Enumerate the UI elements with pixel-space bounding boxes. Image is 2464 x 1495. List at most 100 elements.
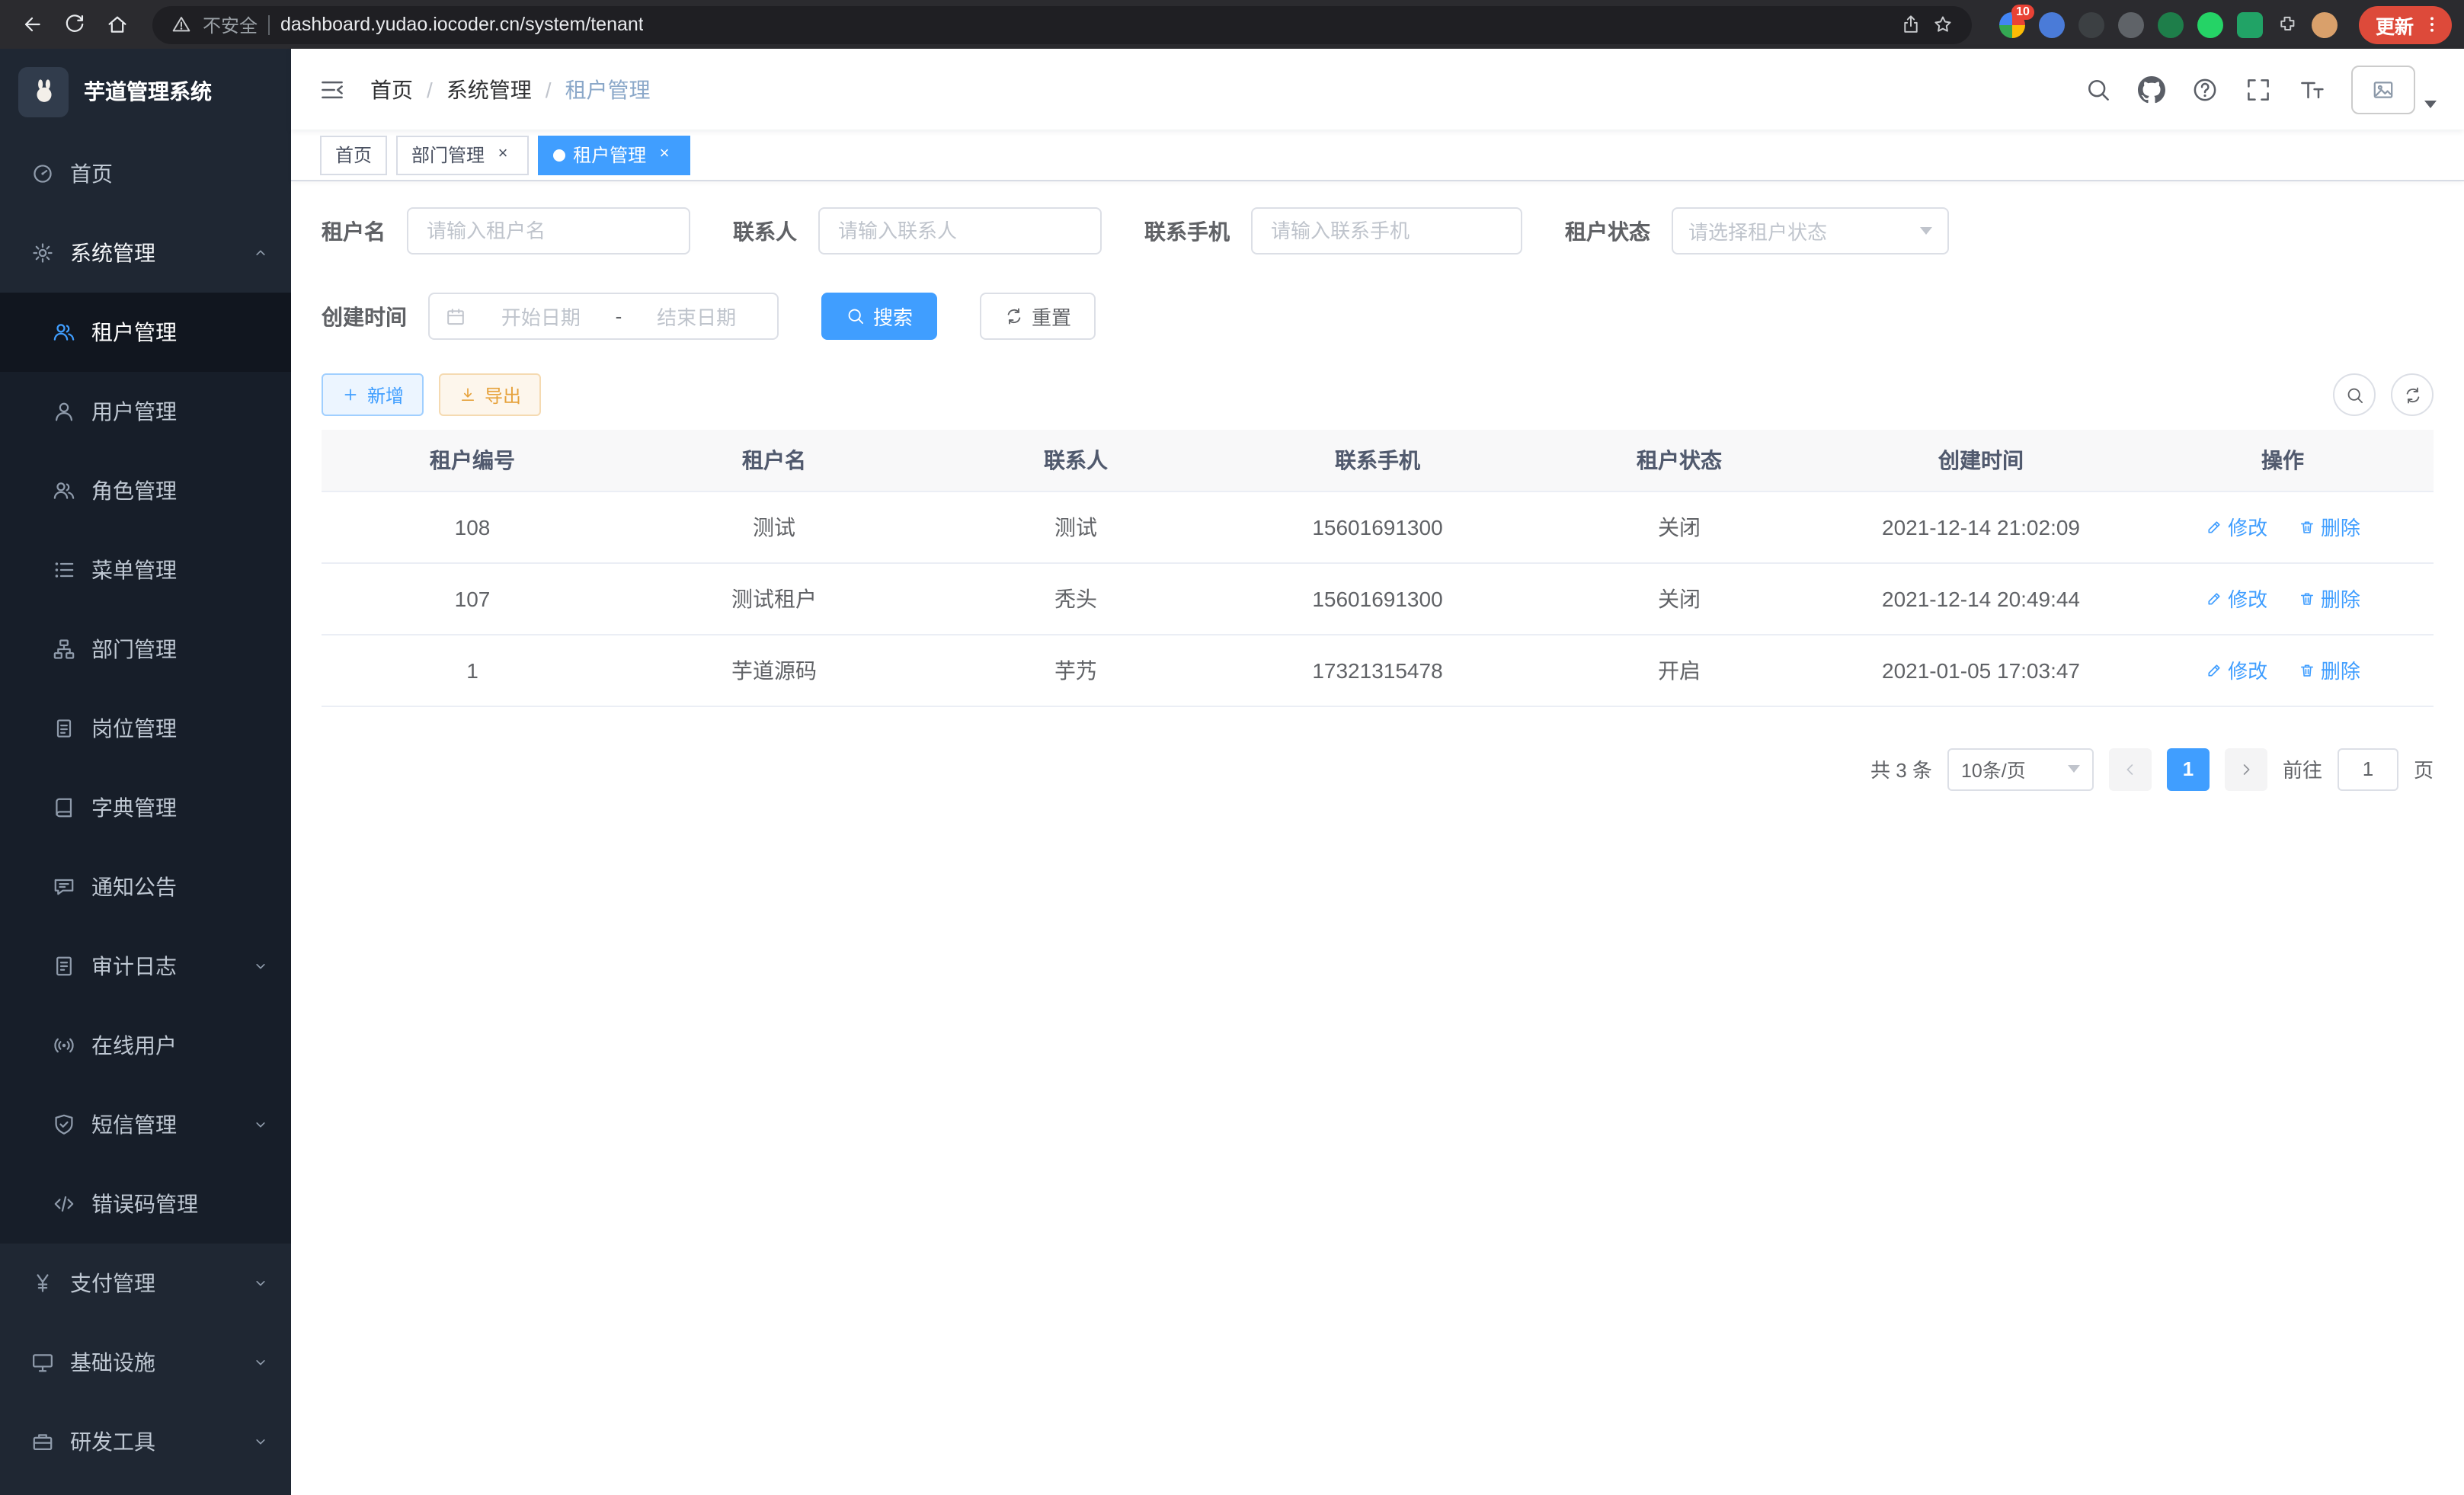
github-icon[interactable]	[2138, 75, 2165, 103]
sidebar-item-notice[interactable]: 通知公告	[0, 847, 291, 927]
goto-page-input[interactable]	[2338, 748, 2398, 790]
extension-badge: 10	[2011, 4, 2034, 19]
browser-menu-icon[interactable]	[2421, 14, 2443, 35]
chevron-down-icon	[2424, 100, 2437, 107]
browser-update-button[interactable]: 更新	[2359, 5, 2452, 43]
reset-button[interactable]: 重置	[980, 293, 1096, 340]
address-bar[interactable]: 不安全 dashboard.yudao.iocoder.cn/system/te…	[152, 5, 1972, 43]
sidebar-item-role[interactable]: 角色管理	[0, 451, 291, 530]
edit-link[interactable]: 修改	[2205, 512, 2267, 541]
delete-link[interactable]: 删除	[2298, 655, 2360, 684]
extension-icon[interactable]	[2237, 11, 2263, 37]
current-page[interactable]: 1	[2167, 748, 2210, 790]
bookmark-star-icon[interactable]	[1932, 14, 1954, 35]
sidebar-item-user[interactable]: 用户管理	[0, 372, 291, 451]
breadcrumb-separator: /	[427, 77, 433, 101]
delete-link[interactable]: 删除	[2298, 512, 2360, 541]
top-navbar: 首页 / 系统管理 / 租户管理	[291, 49, 2464, 130]
date-range-picker[interactable]: 开始日期 - 结束日期	[428, 293, 779, 340]
extension-icon[interactable]	[2197, 11, 2223, 37]
page-content: 租户名 联系人 联系手机 租户状态 请选择租户状态	[291, 181, 2464, 1495]
sidebar-item-tenant[interactable]: 租户管理	[0, 293, 291, 372]
sidebar-item-error-code[interactable]: 错误码管理	[0, 1164, 291, 1244]
cell-tenant-id: 107	[322, 562, 623, 634]
sidebar-toggle-icon[interactable]	[318, 75, 346, 103]
cell-phone: 17321315478	[1227, 634, 1528, 706]
phone-input[interactable]	[1251, 207, 1522, 255]
avatar[interactable]	[2351, 65, 2415, 114]
status-select[interactable]: 请选择租户状态	[1672, 207, 1949, 255]
sidebar-item-infra[interactable]: 基础设施	[0, 1323, 291, 1402]
sidebar-item-dept[interactable]: 部门管理	[0, 610, 291, 689]
sidebar-item-home[interactable]: 首页	[0, 134, 291, 213]
extension-icon[interactable]	[2158, 11, 2184, 37]
search-button[interactable]: 搜索	[821, 293, 937, 340]
filter-contact: 联系人	[733, 207, 1102, 255]
date-start[interactable]: 开始日期	[475, 302, 606, 331]
col-phone: 联系手机	[1227, 430, 1528, 491]
col-status: 租户状态	[1528, 430, 1830, 491]
app-logo[interactable]: 芋道管理系统	[0, 49, 291, 134]
next-page-button[interactable]	[2225, 748, 2267, 790]
tag-dept[interactable]: 部门管理 ×	[396, 135, 529, 174]
toggle-search-button[interactable]	[2333, 373, 2376, 416]
browser-reload-button[interactable]	[55, 5, 94, 44]
sidebar-item-sms[interactable]: 短信管理	[0, 1085, 291, 1164]
search-icon[interactable]	[2085, 75, 2112, 103]
tag-home[interactable]: 首页	[320, 135, 387, 174]
extension-icon[interactable]: 10	[1999, 11, 2025, 37]
yen-icon	[30, 1271, 55, 1295]
sidebar-item-menu[interactable]: 菜单管理	[0, 530, 291, 610]
sidebar-item-dev-tools[interactable]: 研发工具	[0, 1402, 291, 1481]
tenant-name-input[interactable]	[407, 207, 690, 255]
sidebar-item-online-users[interactable]: 在线用户	[0, 1006, 291, 1085]
system-submenu: 租户管理 用户管理 角色管理 菜单管理 部门管理	[0, 293, 291, 1244]
extension-icon[interactable]	[2039, 11, 2065, 37]
extensions-puzzle-icon[interactable]	[2277, 14, 2298, 35]
sidebar-item-post[interactable]: 岗位管理	[0, 689, 291, 768]
help-icon[interactable]	[2191, 75, 2219, 103]
sidebar-item-payment[interactable]: 支付管理	[0, 1244, 291, 1323]
share-icon[interactable]	[1900, 14, 1922, 35]
cell-tenant-name: 测试	[623, 491, 925, 562]
sidebar-item-system[interactable]: 系统管理	[0, 213, 291, 293]
security-label[interactable]: 不安全	[203, 11, 258, 37]
breadcrumb-home[interactable]: 首页	[370, 74, 413, 104]
edit-link[interactable]: 修改	[2205, 584, 2267, 613]
close-icon[interactable]: ×	[654, 144, 675, 165]
extensions-area: 10	[1999, 11, 2338, 37]
edit-link[interactable]: 修改	[2205, 655, 2267, 684]
date-end[interactable]: 结束日期	[631, 302, 762, 331]
user-avatar-menu[interactable]	[2351, 65, 2437, 114]
browser-back-button[interactable]	[12, 5, 52, 44]
browser-home-button[interactable]	[98, 5, 137, 44]
sidebar-item-audit-log[interactable]: 审计日志	[0, 927, 291, 1006]
prev-page-button[interactable]	[2109, 748, 2152, 790]
export-button[interactable]: 导出	[439, 373, 541, 416]
contact-input[interactable]	[818, 207, 1102, 255]
cell-contact: 秃头	[925, 562, 1227, 634]
breadcrumb-tenant: 租户管理	[565, 74, 651, 104]
delete-link[interactable]: 删除	[2298, 584, 2360, 613]
refresh-table-button[interactable]	[2391, 373, 2434, 416]
close-icon[interactable]: ×	[492, 144, 514, 165]
app-title: 芋道管理系统	[84, 76, 212, 107]
extension-icon[interactable]	[2078, 11, 2104, 37]
field-label: 创建时间	[322, 301, 407, 331]
fullscreen-icon[interactable]	[2245, 75, 2272, 103]
total-count: 共 3 条	[1870, 754, 1932, 783]
add-button[interactable]: 新增	[322, 373, 424, 416]
active-dot	[553, 149, 565, 161]
table-header: 租户编号 租户名 联系人 联系手机 租户状态 创建时间 操作	[322, 430, 2434, 491]
profile-avatar[interactable]	[2312, 11, 2338, 37]
font-size-icon[interactable]	[2298, 75, 2325, 103]
extension-icon[interactable]	[2118, 11, 2144, 37]
url-text[interactable]: dashboard.yudao.iocoder.cn/system/tenant	[280, 14, 644, 35]
tag-tenant[interactable]: 租户管理 ×	[538, 135, 690, 174]
chevron-down-icon	[251, 957, 270, 975]
field-label: 租户名	[322, 216, 386, 246]
page-size-select[interactable]: 10条/页	[1947, 748, 2094, 790]
breadcrumb-system[interactable]: 系统管理	[446, 74, 532, 104]
tenant-users-icon	[52, 320, 76, 344]
sidebar-item-dict[interactable]: 字典管理	[0, 768, 291, 847]
